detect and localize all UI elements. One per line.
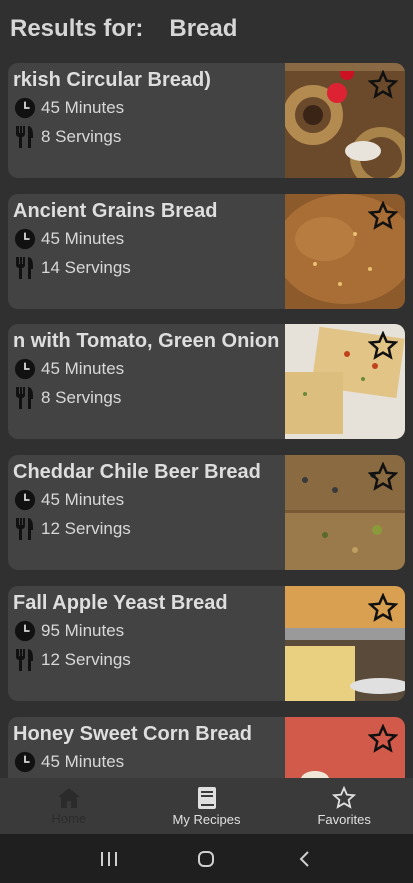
- nav-favorites-label: Favorites: [317, 811, 371, 827]
- fork-knife-icon: [13, 125, 37, 149]
- back-button[interactable]: [284, 844, 324, 874]
- search-query: Bread: [169, 15, 238, 42]
- bottom-navigation: Home My Recipes Favorites: [0, 778, 413, 834]
- recipe-servings-text: 12 Servings: [41, 650, 131, 669]
- recipe-title: Ancient Grains Bread: [13, 200, 218, 222]
- fork-knife-icon: [13, 386, 37, 410]
- star-outline-icon: [332, 785, 357, 809]
- home-icon: [57, 787, 80, 808]
- home-circle-icon: [198, 850, 215, 867]
- recipe-card[interactable]: Ancient Grains Bread 45 Minutes 14 Servi…: [8, 194, 405, 309]
- recipe-time: 45 Minutes: [13, 357, 124, 381]
- recipe-servings-text: 12 Servings: [41, 519, 131, 538]
- recipe-servings-text: 8 Servings: [41, 127, 122, 146]
- fork-knife-icon: [13, 256, 37, 280]
- star-outline-icon[interactable]: [368, 70, 398, 100]
- recipe-title: Honey Sweet Corn Bread: [13, 723, 252, 745]
- nav-my-recipes-label: My Recipes: [172, 811, 241, 827]
- recents-icon: [100, 851, 117, 866]
- nav-favorites[interactable]: Favorites: [275, 778, 413, 834]
- clock-icon: [13, 750, 37, 774]
- star-outline-icon[interactable]: [368, 201, 398, 231]
- recipe-servings-text: 14 Servings: [41, 258, 131, 277]
- recipe-time-text: 45 Minutes: [41, 752, 125, 771]
- recipe-card[interactable]: rkish Circular Bread) 45 Minutes 8 Servi…: [8, 63, 405, 178]
- star-outline-icon[interactable]: [368, 593, 398, 623]
- recipe-title: rkish Circular Bread): [13, 69, 211, 91]
- recipe-servings: 12 Servings: [13, 517, 131, 541]
- star-outline-icon[interactable]: [368, 724, 398, 754]
- recipe-title: n with Tomato, Green Onion: [13, 330, 280, 352]
- recipe-card[interactable]: Honey Sweet Corn Bread 45 Minutes: [8, 717, 405, 778]
- recipe-time: 45 Minutes: [13, 488, 124, 512]
- recipe-servings: 14 Servings: [13, 256, 131, 280]
- fork-knife-icon: [13, 648, 37, 672]
- recipe-time: 45 Minutes: [13, 227, 124, 251]
- star-outline-icon[interactable]: [368, 462, 398, 492]
- recipe-time-text: 45 Minutes: [41, 229, 125, 248]
- nav-home-label: Home: [51, 810, 87, 826]
- nav-home[interactable]: Home: [0, 778, 138, 834]
- recipe-servings: 8 Servings: [13, 386, 121, 410]
- recipe-time-text: 45 Minutes: [41, 98, 125, 117]
- book-icon: [197, 786, 216, 809]
- clock-icon: [13, 619, 37, 643]
- back-chevron-icon: [299, 850, 309, 867]
- recipe-list[interactable]: rkish Circular Bread) 45 Minutes 8 Servi…: [0, 58, 413, 778]
- clock-icon: [13, 488, 37, 512]
- recipe-time: 45 Minutes: [13, 750, 124, 774]
- recipe-servings-text: 8 Servings: [41, 388, 122, 407]
- clock-icon: [13, 96, 37, 120]
- recipe-time-text: 95 Minutes: [41, 621, 125, 640]
- recents-button[interactable]: [89, 844, 129, 874]
- results-label: Results for:: [10, 15, 144, 42]
- recipe-servings: 8 Servings: [13, 125, 121, 149]
- recipe-card[interactable]: Cheddar Chile Beer Bread 45 Minutes 12 S…: [8, 455, 405, 570]
- recipe-title: Fall Apple Yeast Bread: [13, 592, 228, 614]
- recipe-servings: 12 Servings: [13, 648, 131, 672]
- recipe-title: Cheddar Chile Beer Bread: [13, 461, 261, 483]
- fork-knife-icon: [13, 517, 37, 541]
- recipe-time: 95 Minutes: [13, 619, 124, 643]
- system-navigation-bar: [0, 834, 413, 883]
- clock-icon: [13, 227, 37, 251]
- home-system-button[interactable]: [186, 844, 226, 874]
- recipe-time-text: 45 Minutes: [41, 359, 125, 378]
- recipe-card[interactable]: Fall Apple Yeast Bread 95 Minutes 12 Ser…: [8, 586, 405, 701]
- star-outline-icon[interactable]: [368, 331, 398, 361]
- results-header: Results for: Bread: [0, 0, 413, 58]
- recipe-time-text: 45 Minutes: [41, 490, 125, 509]
- recipe-time: 45 Minutes: [13, 96, 124, 120]
- nav-my-recipes[interactable]: My Recipes: [138, 778, 276, 834]
- recipe-card[interactable]: n with Tomato, Green Onion 45 Minutes 8 …: [8, 324, 405, 439]
- clock-icon: [13, 357, 37, 381]
